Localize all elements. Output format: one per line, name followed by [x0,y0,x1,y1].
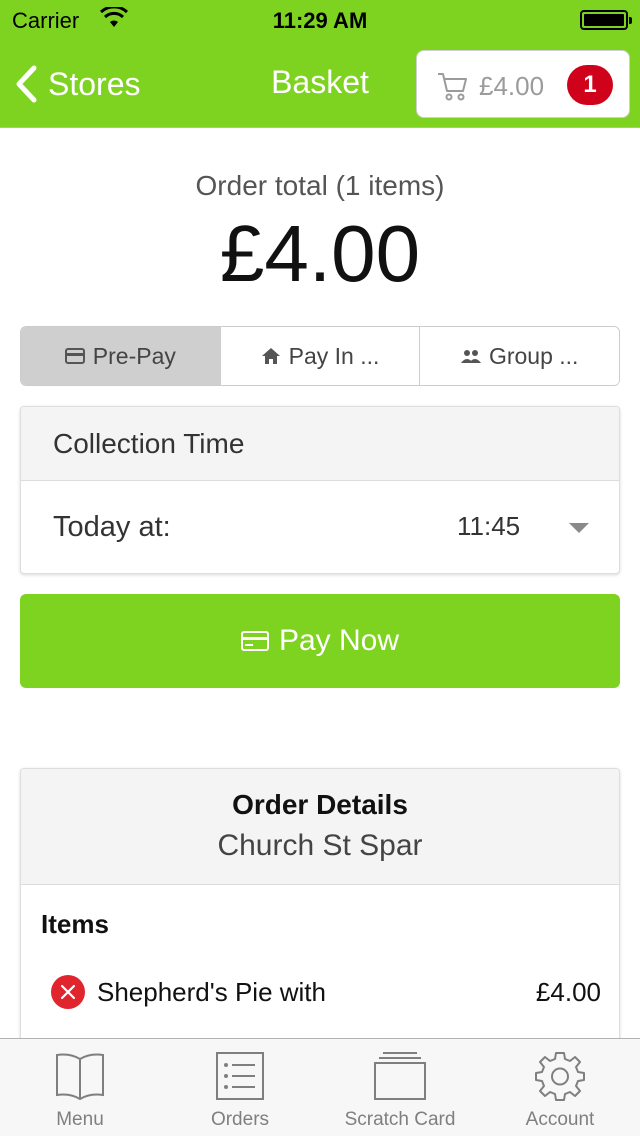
status-bar: Carrier 11:29 AM [0,0,640,40]
tab-menu[interactable]: Menu [0,1039,160,1136]
cart-icon [438,73,467,101]
payment-option-pre-pay[interactable]: Pre-Pay [21,327,221,385]
tab-account[interactable]: Account [480,1039,640,1136]
collection-time-value: 11:45 [457,511,521,541]
tab-label: Account [525,1109,595,1130]
collection-time-picker[interactable]: Today at: 11:45 [21,481,619,573]
chevron-left-icon [16,65,37,103]
cart-button[interactable]: £4.00 1 [416,50,630,118]
navigation-header: Carrier 11:29 AM Stores Basket £4.00 1 [0,0,640,128]
clock: 11:29 AM [272,8,368,33]
scratch-card-icon [374,1052,426,1100]
order-details-title: Order Details [232,789,408,820]
cart-amount: £4.00 [479,71,545,101]
order-details-card: Order Details Church St Spar Items Sheph… [20,768,620,1068]
payment-option-label: Pre-Pay [92,342,176,369]
tab-label: Scratch Card [344,1109,456,1130]
credit-card-icon [240,631,269,651]
tab-bar: Menu Orders Scratch Card Account [0,1038,640,1136]
items-heading: Items [41,909,109,939]
tab-label: Orders [210,1109,270,1130]
credit-card-icon [64,348,85,364]
item-price: £4.00 [535,977,601,1007]
payment-option-label: Group ... [488,342,579,369]
close-icon [60,984,76,1000]
tab-orders[interactable]: Orders [160,1039,320,1136]
store-name: Church St Spar [217,829,423,862]
back-button[interactable]: Stores [14,62,140,106]
cart-count-badge: 1 [567,65,613,105]
tab-scratch-card[interactable]: Scratch Card [320,1039,480,1136]
tab-label: Menu [56,1109,104,1130]
payment-option-group[interactable]: Group ... [420,327,619,385]
book-icon [56,1053,104,1101]
collection-time-title: Collection Time [21,407,619,481]
pay-now-button[interactable]: Pay Now [20,594,620,688]
order-total-label: Order total (1 items) [195,170,445,201]
dropdown-arrow-icon [569,523,589,533]
home-icon [261,348,280,364]
back-label: Stores [48,65,141,102]
battery-icon [580,10,632,30]
pay-now-label: Pay Now [278,624,400,657]
collection-time-card: Collection Time Today at: 11:45 [20,406,620,574]
list-item: Shepherd's Pie with £4.00 [51,973,601,1013]
remove-item-button[interactable] [51,975,85,1009]
item-name: Shepherd's Pie with [97,977,326,1007]
payment-option-label: Pay In ... [288,342,380,369]
group-icon [460,350,481,363]
gear-icon [535,1052,585,1101]
list-icon [216,1052,264,1100]
payment-option-pay-in[interactable]: Pay In ... [220,327,421,385]
payment-method-selector: Pre-Pay Pay In ... Group ... [20,326,620,386]
collection-day-label: Today at: [53,511,171,543]
order-total-value: £4.00 [219,209,421,298]
